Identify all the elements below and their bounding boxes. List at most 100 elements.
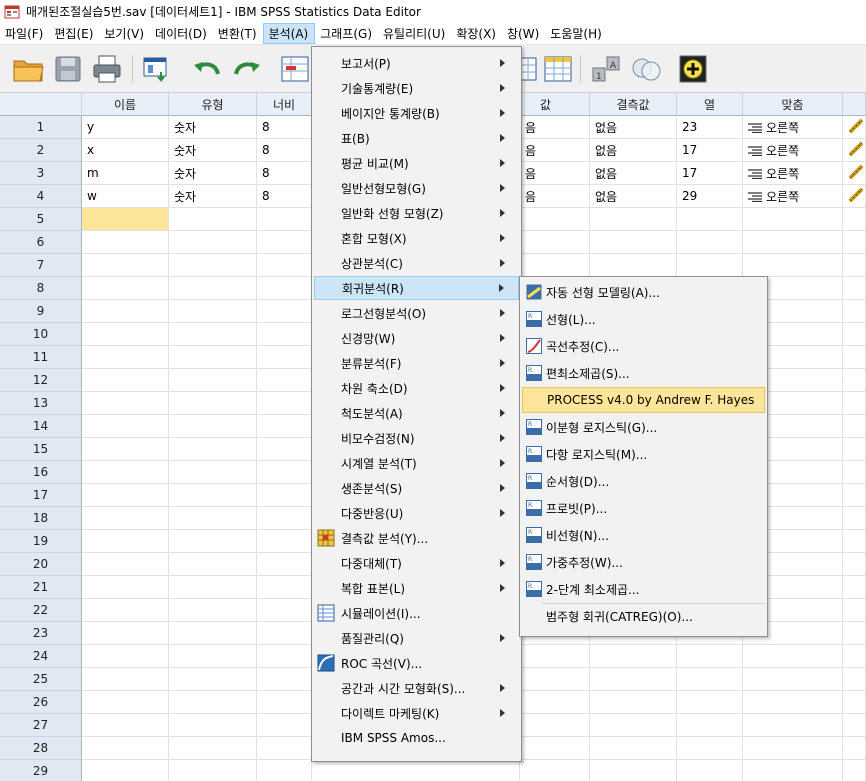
grid-cell[interactable]: [843, 185, 866, 208]
row-header[interactable]: 6: [0, 231, 82, 254]
grid-cell[interactable]: [590, 760, 677, 781]
grid-cell[interactable]: [257, 461, 312, 484]
grid-cell[interactable]: [257, 254, 312, 277]
menu-item-10[interactable]: 도움말(H): [545, 23, 608, 44]
analyze-menu-item[interactable]: 상관분석(C): [314, 251, 519, 275]
row-header[interactable]: 1: [0, 116, 82, 139]
grid-cell[interactable]: [843, 208, 866, 231]
grid-cell[interactable]: [677, 254, 743, 277]
grid-cell[interactable]: 음: [520, 116, 590, 139]
grid-cell[interactable]: [843, 691, 866, 714]
print-icon[interactable]: [90, 53, 124, 85]
grid-cell[interactable]: 29: [677, 185, 743, 208]
grid-cell[interactable]: [843, 369, 866, 392]
grid-cell[interactable]: [590, 737, 677, 760]
grid-cell[interactable]: 23: [677, 116, 743, 139]
grid-cell[interactable]: [169, 668, 257, 691]
analyze-menu-item[interactable]: 로그선형분석(O): [314, 301, 519, 325]
grid-cell[interactable]: [257, 645, 312, 668]
row-header[interactable]: 16: [0, 461, 82, 484]
recall-dialog-icon[interactable]: [140, 53, 174, 85]
grid-cell[interactable]: 없음: [590, 162, 677, 185]
analyze-menu-item[interactable]: 표(B): [314, 126, 519, 150]
row-header[interactable]: 18: [0, 507, 82, 530]
grid-cell[interactable]: [590, 254, 677, 277]
grid-cell[interactable]: [169, 714, 257, 737]
grid-cell[interactable]: [677, 208, 743, 231]
analyze-menu-item[interactable]: 품질관리(Q): [314, 626, 519, 650]
grid-cell[interactable]: [169, 530, 257, 553]
grid-cell[interactable]: [843, 553, 866, 576]
row-header[interactable]: 4: [0, 185, 82, 208]
grid-cell[interactable]: [169, 599, 257, 622]
grid-cell[interactable]: [257, 576, 312, 599]
grid-cell[interactable]: [82, 691, 169, 714]
regression-menu-item[interactable]: 자동 선형 모델링(A)...: [522, 279, 765, 305]
grid-cell[interactable]: 오른쪽: [743, 162, 843, 185]
grid-cell[interactable]: [312, 760, 520, 781]
grid-cell[interactable]: [677, 645, 743, 668]
grid-cell[interactable]: [843, 438, 866, 461]
analyze-menu-item[interactable]: 다중반응(U): [314, 501, 519, 525]
grid-cell[interactable]: 17: [677, 162, 743, 185]
grid-cell[interactable]: [843, 645, 866, 668]
grid-cell[interactable]: [257, 622, 312, 645]
grid-cell[interactable]: [82, 461, 169, 484]
regression-menu-item[interactable]: 곡선추정(C)...: [522, 333, 765, 359]
grid-cell[interactable]: [843, 714, 866, 737]
grid-cell[interactable]: [843, 760, 866, 781]
grid-cell[interactable]: [843, 668, 866, 691]
grid-cell[interactable]: [169, 438, 257, 461]
grid-cell[interactable]: y: [82, 116, 169, 139]
row-header[interactable]: 11: [0, 346, 82, 369]
grid-cell[interactable]: [590, 691, 677, 714]
grid-cell[interactable]: [169, 737, 257, 760]
grid-cell[interactable]: [169, 392, 257, 415]
grid-cell[interactable]: [257, 530, 312, 553]
regression-menu-item[interactable]: R 2-단계 최소제곱...: [522, 576, 765, 602]
regression-menu-item[interactable]: R 가중추정(W)...: [522, 549, 765, 575]
grid-cell[interactable]: [843, 484, 866, 507]
grid-cell[interactable]: [843, 461, 866, 484]
grid-cell[interactable]: [82, 507, 169, 530]
grid-cell[interactable]: [520, 645, 590, 668]
grid-cell[interactable]: [257, 392, 312, 415]
grid-cell[interactable]: 없음: [590, 185, 677, 208]
grid-cell[interactable]: [169, 461, 257, 484]
grid-cell[interactable]: [82, 438, 169, 461]
use-variable-sets-icon[interactable]: [676, 53, 710, 85]
grid-cell[interactable]: [257, 369, 312, 392]
weight-cases-icon[interactable]: 1A: [590, 53, 624, 85]
column-header[interactable]: 열: [677, 93, 743, 116]
grid-cell[interactable]: [843, 599, 866, 622]
grid-cell[interactable]: [520, 254, 590, 277]
grid-cell[interactable]: [257, 714, 312, 737]
row-header[interactable]: 28: [0, 737, 82, 760]
column-header[interactable]: 너비: [257, 93, 312, 116]
grid-cell[interactable]: [169, 346, 257, 369]
column-header[interactable]: 이름: [82, 93, 169, 116]
grid-cell[interactable]: [169, 622, 257, 645]
grid-cell[interactable]: [520, 691, 590, 714]
grid-cell[interactable]: [257, 277, 312, 300]
grid-cell[interactable]: [82, 737, 169, 760]
grid-cell[interactable]: [169, 484, 257, 507]
column-header[interactable]: 결측값: [590, 93, 677, 116]
grid-cell[interactable]: [843, 300, 866, 323]
grid-cell[interactable]: [82, 484, 169, 507]
menu-item-9[interactable]: 창(W): [502, 23, 545, 44]
grid-cell[interactable]: [82, 231, 169, 254]
regression-menu-item[interactable]: R 다항 로지스틱(M)...: [522, 441, 765, 467]
regression-menu-item[interactable]: 범주형 회귀(CATREG)(O)...: [522, 603, 765, 629]
column-header[interactable]: [843, 93, 866, 116]
grid-cell[interactable]: [843, 622, 866, 645]
grid-cell[interactable]: 음: [520, 162, 590, 185]
grid-cell[interactable]: [520, 208, 590, 231]
analyze-menu-item[interactable]: 차원 축소(D): [314, 376, 519, 400]
grid-cell[interactable]: 8: [257, 139, 312, 162]
grid-cell[interactable]: 숫자: [169, 116, 257, 139]
analyze-menu-item[interactable]: 신경망(W): [314, 326, 519, 350]
grid-cell[interactable]: [82, 645, 169, 668]
analyze-menu-item[interactable]: 다중대체(T): [314, 551, 519, 575]
grid-cell[interactable]: [82, 553, 169, 576]
